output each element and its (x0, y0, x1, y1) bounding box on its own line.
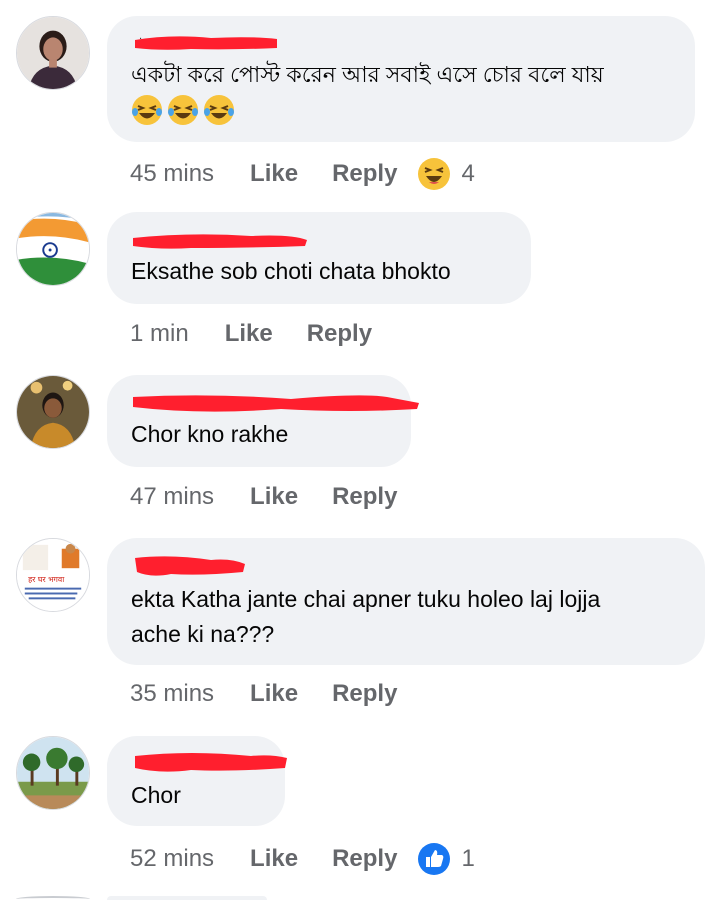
avatar[interactable] (16, 736, 90, 810)
comment-text-line-1: ekta Katha jante chai apner tuku holeo l… (131, 586, 601, 612)
comment-text: একটা করে পোস্ট করেন আর সবাই এসে চোর বলে … (131, 62, 604, 87)
redacted-author-name (131, 387, 421, 413)
reaction-count[interactable]: 4 (461, 160, 474, 188)
laughing-tears-emoji (167, 94, 199, 126)
indian-flag-icon (17, 213, 89, 285)
reaction-count[interactable]: 1 (461, 845, 474, 873)
poster-avatar-icon: हर घर भगवा (17, 539, 89, 611)
reply-button[interactable]: Reply (307, 320, 372, 348)
like-button[interactable]: Like (225, 320, 273, 348)
like-button[interactable]: Like (250, 160, 298, 188)
like-reaction-icon[interactable] (417, 842, 451, 876)
comment-time[interactable]: 52 mins (130, 845, 214, 873)
comment-bubble: Chor (107, 736, 287, 826)
comment-meta: 1 min Like Reply (130, 320, 406, 348)
redacted-author-name: · (131, 30, 281, 56)
comment-text: Eksathe sob choti chata bhokto (131, 258, 451, 284)
avatar-caption: हर घर भगवा (28, 575, 65, 584)
man-portrait-icon (17, 376, 89, 448)
comment-bubble: ekta Katha jante chai apner tuku holeo l… (107, 538, 705, 665)
comment-meta: 52 mins Like Reply 1 (130, 842, 475, 876)
laughing-tears-emoji (131, 94, 163, 126)
like-button[interactable]: Like (250, 483, 298, 511)
next-bubble-partial (107, 896, 267, 900)
redacted-author-name (131, 746, 291, 772)
avatar[interactable] (16, 212, 90, 286)
comment-time[interactable]: 47 mins (130, 483, 214, 511)
comment-time[interactable]: 1 min (130, 320, 189, 348)
comment-bubble: · একটা করে পোস্ট করেন আর সবাই এসে চোর বল… (107, 16, 695, 142)
comment-bubble: Eksathe sob choti chata bhokto (107, 212, 531, 304)
woman-portrait-icon (17, 17, 89, 89)
haha-reaction-icon[interactable] (417, 157, 451, 191)
comment-meta: 35 mins Like Reply (130, 680, 431, 708)
like-button[interactable]: Like (250, 845, 298, 873)
svg-text:·: · (139, 34, 142, 45)
comment-text-line-2: ache ki na??? (131, 621, 275, 647)
reply-button[interactable]: Reply (332, 680, 397, 708)
emoji-row (131, 94, 239, 126)
avatar[interactable]: हर घर भगवा (16, 538, 90, 612)
reply-button[interactable]: Reply (332, 483, 397, 511)
comment-time[interactable]: 35 mins (130, 680, 214, 708)
laughing-tears-emoji (203, 94, 235, 126)
avatar[interactable] (16, 16, 90, 90)
comment-meta: 45 mins Like Reply 4 (130, 157, 475, 191)
reply-button[interactable]: Reply (332, 160, 397, 188)
next-comment-partial (16, 896, 90, 902)
redacted-author-name (131, 550, 251, 576)
comment-time[interactable]: 45 mins (130, 160, 214, 188)
comment-text: Chor kno rakhe (131, 421, 289, 447)
comment-meta: 47 mins Like Reply (130, 483, 431, 511)
landscape-trees-icon (17, 737, 89, 809)
reply-button[interactable]: Reply (332, 845, 397, 873)
like-button[interactable]: Like (250, 680, 298, 708)
redacted-author-name (131, 226, 311, 252)
avatar[interactable] (16, 375, 90, 449)
comment-bubble: Chor kno rakhe (107, 375, 419, 467)
comment-text: Chor (131, 782, 181, 808)
